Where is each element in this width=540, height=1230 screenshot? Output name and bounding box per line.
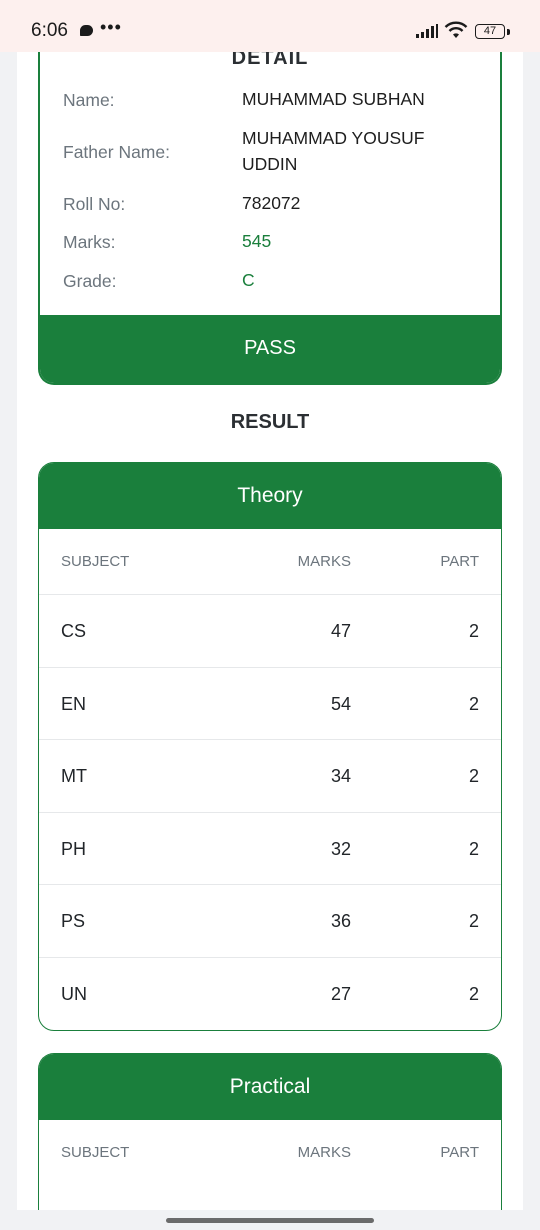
father-name-value: MUHAMMAD YOUSUF UDDIN [242, 128, 425, 174]
signal-strength-icon [416, 24, 438, 38]
name-label: Name: [63, 90, 115, 110]
column-header-marks: MARKS [297, 553, 351, 570]
marks-cell: 27 [330, 983, 351, 1004]
table-row: UN 27 2 [39, 958, 501, 1031]
part-cell: 2 [468, 838, 479, 859]
result-heading: RESULT [230, 411, 310, 433]
subject-cell: UN [61, 983, 87, 1004]
table-row: PH 32 2 [39, 813, 501, 885]
wifi-icon [444, 21, 468, 38]
name-value: MUHAMMAD SUBHAN [242, 89, 425, 109]
subject-cell: CS [61, 621, 87, 641]
marks-cell: 47 [330, 621, 351, 641]
battery-tip [507, 29, 510, 35]
table-row: EN 54 2 [39, 668, 501, 740]
column-header-part: PART [440, 553, 479, 570]
practical-table-title: Practical [39, 1054, 501, 1120]
father-name-label: Father Name: [63, 142, 170, 162]
table-row: CS 47 2 [39, 595, 501, 668]
theory-table-title: Theory [39, 463, 501, 529]
subject-cell: EN [61, 693, 87, 714]
part-cell: 2 [468, 911, 479, 931]
marks-label: Marks: [63, 232, 116, 252]
column-header-subject: SUBJECT [61, 1144, 130, 1161]
status-bar: 6:06 ••• 47 [0, 0, 540, 52]
subject-cell: PS [61, 911, 86, 931]
part-cell: 2 [468, 766, 479, 786]
marks-cell: 34 [330, 766, 351, 786]
navigation-bar [0, 1210, 540, 1230]
part-cell: 2 [468, 693, 479, 714]
marks-cell: 32 [330, 838, 351, 859]
roll-no-label: Roll No: [63, 194, 126, 214]
chat-notification-icon [80, 25, 93, 36]
marks-cell: 54 [330, 693, 351, 714]
marks-value: 545 [242, 231, 272, 251]
battery-icon: 47 [475, 24, 505, 39]
grade-value: C [242, 270, 255, 290]
marks-cell: 36 [330, 911, 351, 931]
table-row: MT 34 2 [39, 740, 501, 813]
table-header-row: SUBJECT MARKS PART [39, 529, 501, 595]
subject-cell: PH [61, 838, 87, 859]
part-cell: 2 [468, 983, 479, 1004]
more-notifications-icon: ••• [100, 17, 122, 37]
pass-status-badge: PASS [40, 315, 500, 383]
column-header-marks: MARKS [297, 1144, 351, 1161]
practical-table: Practical SUBJECT MARKS PART [38, 1053, 502, 1213]
table-header-row: SUBJECT MARKS PART [39, 1120, 501, 1186]
part-cell: 2 [468, 621, 479, 641]
status-time: 6:06 [31, 20, 68, 41]
table-row: PS 36 2 [39, 885, 501, 958]
column-header-part: PART [440, 1144, 479, 1161]
grade-label: Grade: [63, 271, 117, 291]
home-gesture-handle[interactable] [166, 1218, 374, 1223]
subject-cell: MT [61, 766, 87, 786]
detail-card: DETAIL Name: MUHAMMAD SUBHAN Father Name… [38, 20, 502, 385]
theory-table: Theory SUBJECT MARKS PART CS 47 2 EN 54 … [38, 462, 502, 1031]
roll-no-value: 782072 [242, 193, 301, 213]
column-header-subject: SUBJECT [61, 553, 130, 570]
